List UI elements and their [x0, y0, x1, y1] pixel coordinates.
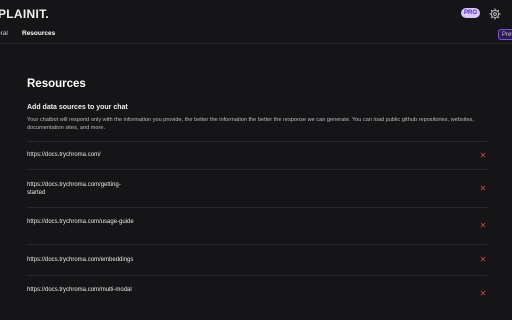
divider	[27, 275, 487, 276]
resource-url[interactable]: https://docs.trychroma.com/	[27, 151, 137, 159]
remove-icon[interactable]: ✕	[479, 256, 487, 264]
divider	[27, 244, 487, 245]
resource-url[interactable]: https://docs.trychroma.com/getting-start…	[27, 181, 137, 197]
pro-badge: PRO	[461, 8, 480, 18]
remove-icon[interactable]: ✕	[479, 185, 487, 193]
preview-button[interactable]: Prev	[498, 29, 512, 40]
divider	[27, 141, 487, 142]
resource-url[interactable]: https://docs.trychroma.com/embeddings	[27, 256, 137, 264]
tab-resources[interactable]: Resources	[22, 30, 55, 37]
tab-general[interactable]: eral	[0, 30, 8, 37]
resource-url[interactable]: https://docs.trychroma.com/usage-guide	[27, 218, 137, 226]
app-logo[interactable]: PLAINIT.	[0, 7, 49, 21]
page-title: Resources	[27, 78, 86, 90]
section-title: Add data sources to your chat	[27, 104, 128, 111]
resource-url[interactable]: https://docs.trychroma.com/multi-modal	[27, 286, 137, 294]
gear-icon[interactable]	[489, 7, 501, 20]
top-bar: PLAINIT. PRO	[0, 0, 512, 26]
tab-bar: eral Resources	[0, 27, 512, 44]
remove-icon[interactable]: ✕	[479, 152, 487, 160]
remove-icon[interactable]: ✕	[479, 222, 487, 230]
section-description: Your chatbot will respond only with the …	[27, 117, 474, 131]
divider	[27, 169, 487, 170]
remove-icon[interactable]: ✕	[479, 290, 487, 298]
divider	[27, 207, 487, 208]
